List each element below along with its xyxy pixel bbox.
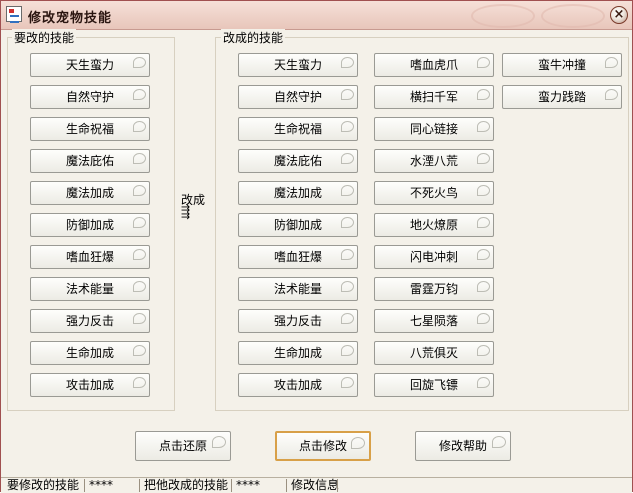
target-skill-button[interactable]: 七星陨落	[374, 309, 494, 333]
double-arrow-icon: ⇉ ⇉	[181, 202, 190, 222]
status-target-value: ****	[236, 478, 260, 492]
dialog-window: 修改宠物技能 × 要改的技能 天生蛮力 自然守护 生命祝福 魔法庇佑 魔法加成 防御加成嗜…	[0, 0, 633, 493]
status-source-label: 要修改的技能	[7, 478, 80, 492]
status-info-label: 修改信息	[291, 478, 340, 492]
target-skill-button[interactable]: 强力反击	[238, 309, 358, 333]
restore-button[interactable]: 点击还原	[135, 431, 231, 461]
target-skill-button[interactable]: 自然守护	[238, 85, 358, 109]
target-skill-button[interactable]: 蛮力践踏	[502, 85, 622, 109]
target-skill-button[interactable]: 不死火鸟	[374, 181, 494, 205]
target-skill-button[interactable]: 防御加成	[238, 213, 358, 237]
target-skill-button[interactable]: 嗜血狂爆	[238, 245, 358, 269]
target-skill-button[interactable]: 魔法庇佑	[238, 149, 358, 173]
swirl-decoration-icon	[471, 4, 535, 28]
source-skill-button[interactable]: 法术能量	[30, 277, 150, 301]
target-skill-button[interactable]: 闪电冲刺	[374, 245, 494, 269]
source-skill-button[interactable]: 自然守护	[30, 85, 150, 109]
target-skill-button[interactable]: 雷霆万钧	[374, 277, 494, 301]
status-source-value: ****	[89, 478, 113, 492]
target-skill-button[interactable]: 魔法加成	[238, 181, 358, 205]
target-skill-button[interactable]: 天生蛮力	[238, 53, 358, 77]
title-bar[interactable]: 修改宠物技能 ×	[1, 1, 632, 30]
close-button[interactable]: ×	[610, 6, 628, 24]
swirl-decoration-icon	[541, 4, 605, 28]
source-skill-button[interactable]: 魔法庇佑	[30, 149, 150, 173]
target-skill-button[interactable]: 嗜血虎爪	[374, 53, 494, 77]
target-skill-button[interactable]: 蛮牛冲撞	[502, 53, 622, 77]
target-skill-button[interactable]: 生命祝福	[238, 117, 358, 141]
status-bar: 要修改的技能 **** 把他改成的技能 **** 修改信息	[1, 477, 632, 493]
source-skill-button[interactable]: 强力反击	[30, 309, 150, 333]
target-skill-group-label: 改成的技能	[221, 29, 286, 46]
target-skill-button[interactable]: 水湮八荒	[374, 149, 494, 173]
target-skill-button[interactable]: 八荒俱灭	[374, 341, 494, 365]
target-skill-button[interactable]: 地火燎原	[374, 213, 494, 237]
target-skill-button[interactable]: 法术能量	[238, 277, 358, 301]
target-skill-button[interactable]: 回旋飞镖	[374, 373, 494, 397]
source-skill-button[interactable]: 魔法加成	[30, 181, 150, 205]
target-skill-button[interactable]: 生命加成	[238, 341, 358, 365]
app-icon	[6, 6, 22, 23]
target-skill-button[interactable]: 横扫千军	[374, 85, 494, 109]
source-skill-button[interactable]: 攻击加成	[30, 373, 150, 397]
source-skill-button[interactable]: 防御加成	[30, 213, 150, 237]
target-skill-button[interactable]: 攻击加成	[238, 373, 358, 397]
source-skill-button[interactable]: 生命祝福	[30, 117, 150, 141]
source-skill-button[interactable]: 天生蛮力	[30, 53, 150, 77]
source-skill-button[interactable]: 生命加成	[30, 341, 150, 365]
window-title: 修改宠物技能	[28, 11, 113, 26]
source-skill-group-label: 要改的技能	[12, 29, 77, 46]
target-skill-button[interactable]: 同心链接	[374, 117, 494, 141]
status-target-label: 把他改成的技能	[144, 478, 229, 492]
help-button[interactable]: 修改帮助	[415, 431, 511, 461]
modify-button[interactable]: 点击修改	[275, 431, 371, 461]
source-skill-button[interactable]: 嗜血狂爆	[30, 245, 150, 269]
